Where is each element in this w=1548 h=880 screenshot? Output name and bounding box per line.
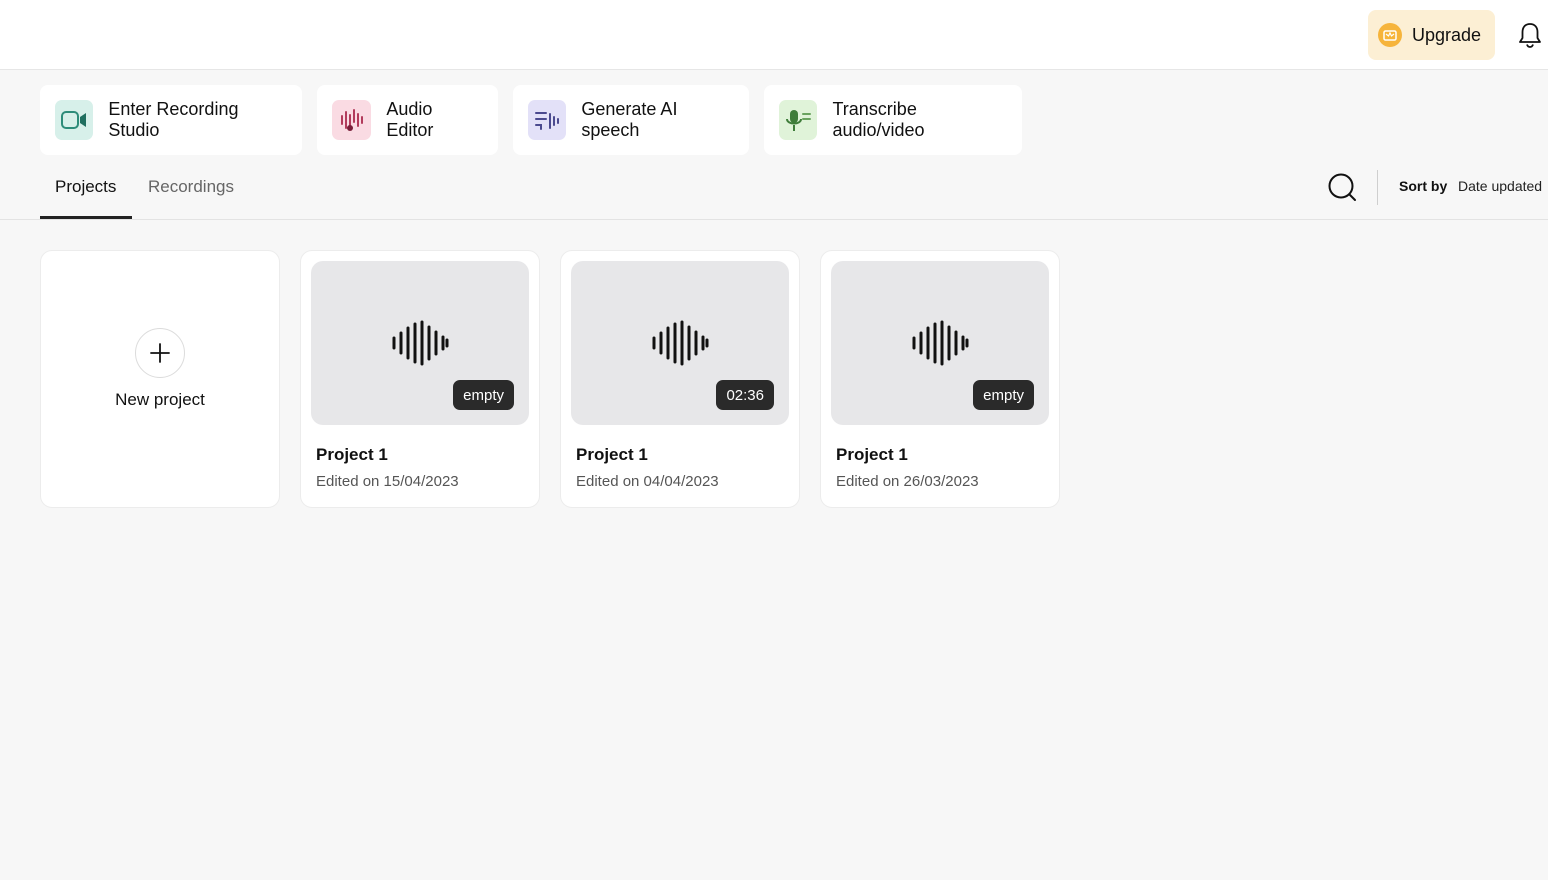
new-project-card[interactable]: New project <box>40 250 280 508</box>
project-card[interactable]: 02:36 Project 1 Edited on 04/04/2023 <box>560 250 800 508</box>
search-icon[interactable] <box>1326 171 1358 203</box>
action-label: Audio Editor <box>386 99 434 140</box>
project-thumbnail: empty <box>831 261 1049 425</box>
project-edited-date: Edited on 04/04/2023 <box>576 473 719 490</box>
audio-wave-icon <box>652 320 709 366</box>
project-thumbnail: 02:36 <box>571 261 789 425</box>
upgrade-button[interactable]: Upgrade <box>1368 10 1495 60</box>
project-title: Project 1 <box>316 445 388 464</box>
notification-bell-icon[interactable] <box>1516 21 1544 49</box>
action-label: Transcribe audio/video <box>832 99 925 140</box>
new-project-label: New project <box>115 390 205 409</box>
sort-by-dropdown[interactable]: Date updated <box>1458 178 1542 194</box>
tabs-bar: Projects Recordings Sort by Date updated <box>0 155 1548 220</box>
project-thumbnail: empty <box>311 261 529 425</box>
active-tab-indicator <box>40 216 132 219</box>
video-camera-icon <box>55 100 94 140</box>
project-card[interactable]: empty Project 1 Edited on 15/04/2023 <box>300 250 540 508</box>
transcribe-audio-video-button[interactable]: Transcribe audio/video <box>764 85 1022 155</box>
tab-recordings[interactable]: Recordings <box>148 155 234 219</box>
tab-projects[interactable]: Projects <box>55 155 116 219</box>
upgrade-label: Upgrade <box>1412 24 1482 45</box>
ai-speech-icon <box>528 100 567 140</box>
microphone-transcribe-icon <box>779 100 818 140</box>
project-edited-date: Edited on 26/03/2023 <box>836 473 979 490</box>
project-title: Project 1 <box>576 445 648 464</box>
audio-wave-icon <box>912 320 969 366</box>
quick-actions: Enter Recording Studio Audio Editor Gene… <box>40 85 1022 155</box>
project-edited-date: Edited on 15/04/2023 <box>316 473 459 490</box>
generate-ai-speech-button[interactable]: Generate AI speech <box>513 85 749 155</box>
enter-recording-studio-button[interactable]: Enter Recording Studio <box>40 85 302 155</box>
action-label: Generate AI speech <box>581 99 678 140</box>
duration-badge: 02:36 <box>716 380 774 410</box>
action-label: Enter Recording Studio <box>108 99 239 140</box>
crown-icon <box>1378 23 1402 47</box>
divider <box>1377 170 1378 205</box>
project-title: Project 1 <box>836 445 908 464</box>
sort-by-label: Sort by <box>1399 178 1448 194</box>
duration-badge: empty <box>973 380 1034 410</box>
top-bar: Upgrade <box>0 0 1548 70</box>
plus-icon <box>135 328 185 378</box>
project-card[interactable]: empty Project 1 Edited on 26/03/2023 <box>820 250 1060 508</box>
duration-badge: empty <box>453 380 514 410</box>
audio-waveform-icon <box>332 100 372 140</box>
audio-editor-button[interactable]: Audio Editor <box>317 85 498 155</box>
audio-wave-icon <box>392 320 449 366</box>
